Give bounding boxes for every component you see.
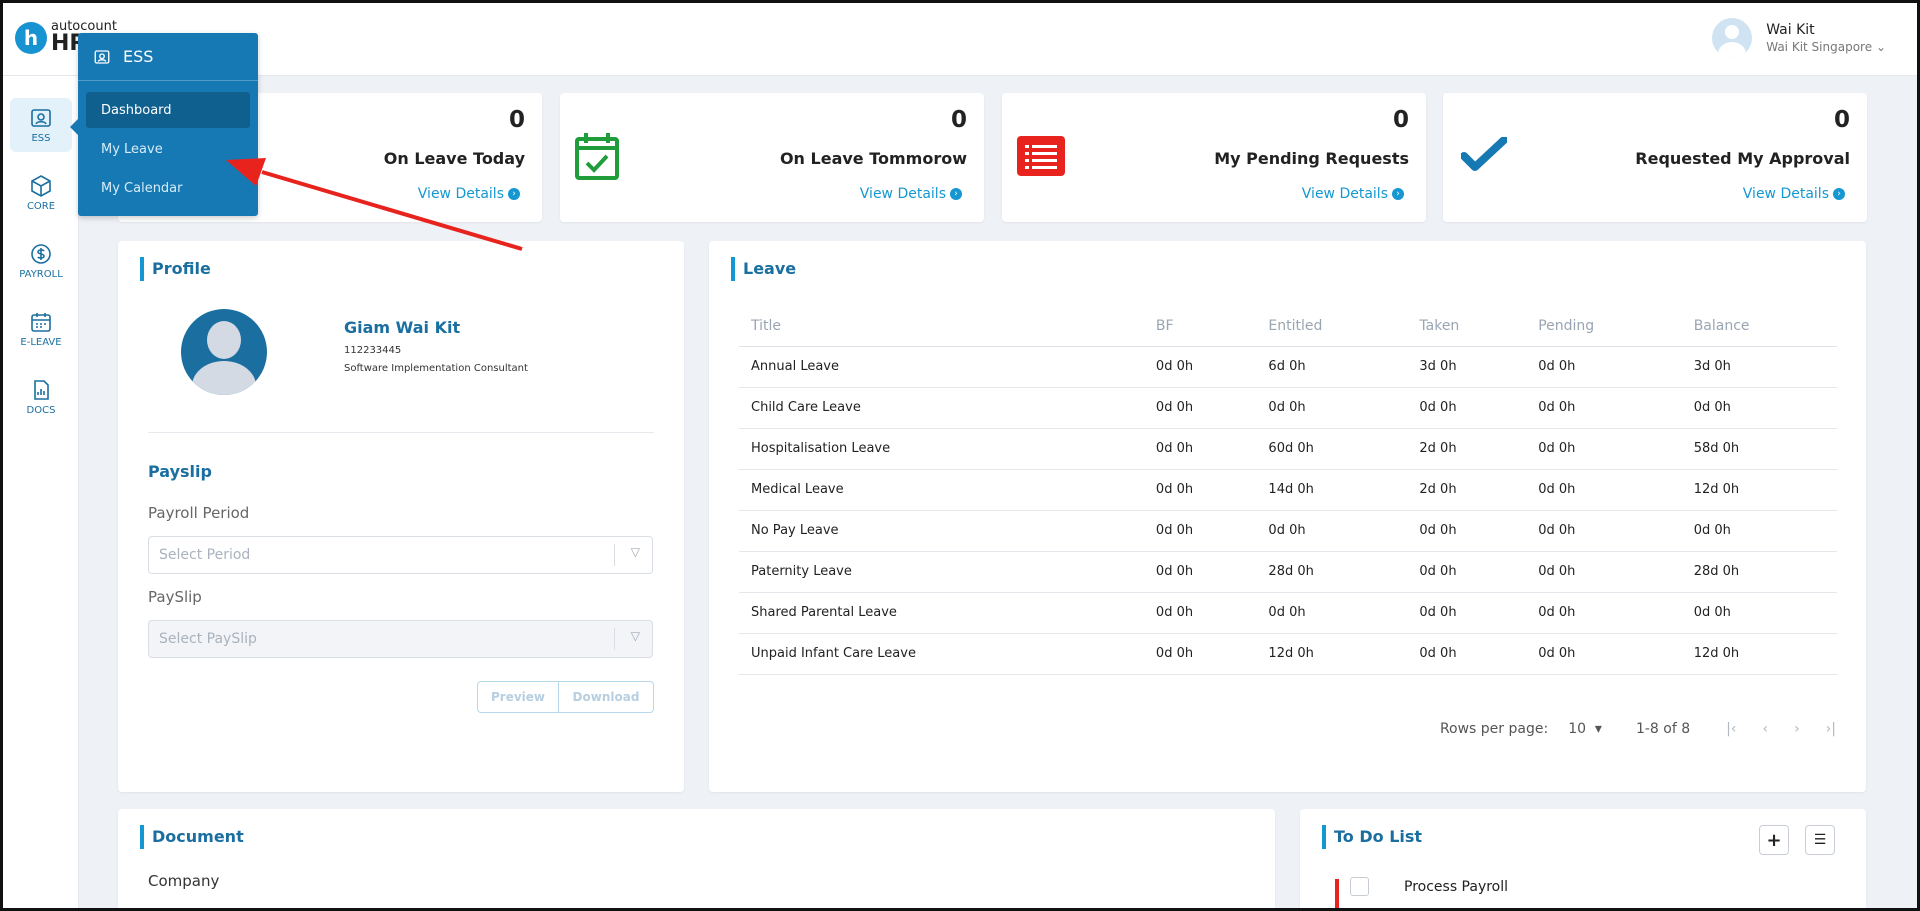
- annotation-arrow: [226, 158, 523, 251]
